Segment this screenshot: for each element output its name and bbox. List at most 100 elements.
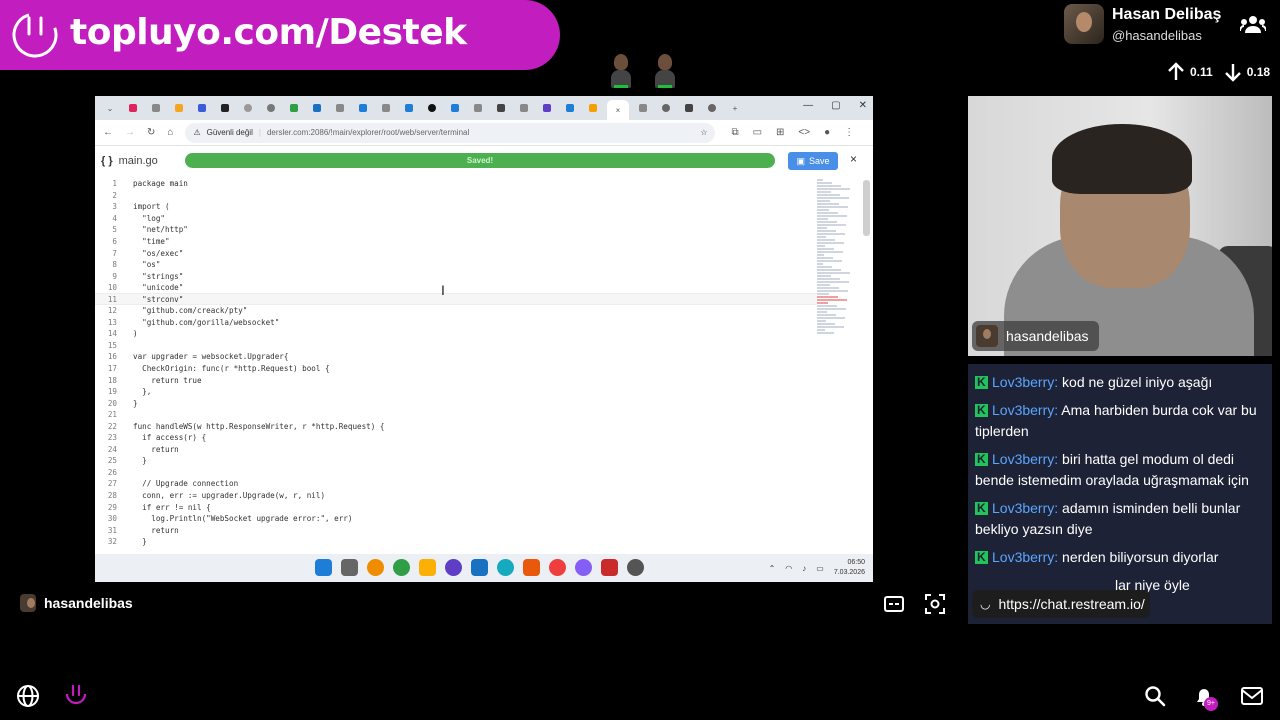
code-line[interactable]: 12 "github.com/creack/pty" — [95, 305, 817, 317]
browser-tab[interactable] — [680, 101, 698, 115]
code-line[interactable]: 22 func handleWS(w http.ResponseWriter, r… — [95, 420, 817, 432]
code-line[interactable]: 24 return — [95, 444, 817, 456]
chat-username[interactable]: Lov3berry: — [992, 500, 1058, 516]
code-text[interactable]: if access(r) { — [119, 433, 206, 442]
focus-icon[interactable] — [925, 594, 945, 614]
code-text[interactable]: return true — [119, 376, 201, 385]
browser-tab[interactable] — [354, 101, 372, 115]
code-text[interactable]: conn, err := upgrader.Upgrade(w, r, nil) — [119, 491, 325, 500]
code-text[interactable]: return — [119, 526, 178, 535]
code-line[interactable]: 18 return true — [95, 374, 817, 386]
code-text[interactable]: log.Println("WebSocket upgrade error:", … — [119, 514, 352, 523]
code-text[interactable]: ) — [119, 329, 138, 338]
devtools-icon[interactable]: <> — [798, 127, 810, 138]
code-line[interactable]: 15 — [95, 340, 817, 352]
browser-tab-active[interactable]: × — [607, 100, 629, 120]
wifi-icon[interactable]: ◠ — [785, 564, 792, 573]
reload-icon[interactable]: ↻ — [147, 127, 155, 138]
streamer-label[interactable]: hasandelibas — [20, 594, 133, 612]
apps-icon[interactable]: ⊞ — [776, 127, 784, 138]
code-line[interactable]: 2 — [95, 190, 817, 202]
avatar[interactable] — [1064, 4, 1104, 44]
browser-tab[interactable] — [331, 101, 349, 115]
captions-icon[interactable] — [884, 596, 904, 612]
code-line[interactable]: 26 — [95, 467, 817, 479]
browser-tab[interactable] — [147, 101, 165, 115]
code-text[interactable]: // Upgrade connection — [119, 479, 238, 488]
code-text[interactable]: "strings" — [119, 272, 183, 281]
code-text[interactable]: } — [119, 399, 138, 408]
active-app-icon[interactable] — [575, 559, 592, 576]
close-window-icon[interactable]: ✕ — [859, 100, 867, 111]
globe-icon[interactable] — [16, 684, 40, 708]
code-line[interactable]: 20} — [95, 397, 817, 409]
app-icon[interactable] — [601, 559, 618, 576]
code-editor[interactable]: 1 package main 2 3 import (4 "log" 5 "net/htt… — [95, 178, 817, 554]
chat-username[interactable]: Lov3berry: — [992, 402, 1058, 418]
code-text[interactable]: if err != nil { — [119, 503, 211, 512]
file-explorer-icon[interactable] — [419, 559, 436, 576]
code-text[interactable]: } — [119, 537, 147, 546]
security-label[interactable]: Güvenli değil — [207, 128, 253, 137]
browser-tab[interactable] — [423, 101, 441, 115]
maximize-icon[interactable]: ▢ — [831, 100, 840, 111]
code-line[interactable]: 7 "os/exec" — [95, 247, 817, 259]
brave-icon[interactable] — [523, 559, 540, 576]
code-line[interactable]: 4 "log" — [95, 213, 817, 225]
profile-card[interactable]: Hasan Delibaş @hasandelibas — [1064, 4, 1221, 44]
chat-link-popup[interactable]: ◡ https://chat.restream.io/ — [972, 590, 1150, 618]
save-button[interactable]: ▣ Save — [788, 152, 838, 170]
url-bar[interactable]: ⚠ Güvenli değil | dersler.com:2086/!main… — [185, 122, 716, 143]
browser-tab[interactable] — [446, 101, 464, 115]
url-text[interactable]: dersler.com:2086/!main/explorer/root/web… — [267, 128, 469, 137]
battery-icon[interactable]: ▭ — [816, 564, 824, 573]
tab-list-button[interactable]: ⌄ — [101, 101, 119, 115]
browser-tab[interactable] — [492, 101, 510, 115]
code-line[interactable]: 9 "strings" — [95, 270, 817, 282]
mail-icon[interactable] — [1240, 686, 1264, 706]
code-line[interactable]: 6 "time" — [95, 236, 817, 248]
code-text[interactable]: "strconv" — [119, 295, 183, 304]
code-text[interactable]: "log" — [119, 214, 165, 223]
code-text[interactable]: var upgrader = websocket.Upgrader{ — [119, 352, 288, 361]
browser-tab[interactable] — [262, 101, 280, 115]
code-line[interactable]: 29 if err != nil { — [95, 501, 817, 513]
start-icon[interactable] — [315, 559, 332, 576]
browser-tab[interactable] — [703, 101, 721, 115]
chevron-up-icon[interactable]: ⌃ — [769, 564, 776, 573]
code-line[interactable]: 10 "unicode" — [95, 282, 817, 294]
code-line[interactable]: 16 var upgrader = websocket.Upgrader{ — [95, 351, 817, 363]
browser-tab[interactable] — [561, 101, 579, 115]
code-text[interactable]: "unicode" — [119, 283, 183, 292]
code-text[interactable]: "os/exec" — [119, 249, 183, 258]
forward-icon[interactable]: → — [125, 127, 135, 138]
code-minimap[interactable] — [817, 178, 857, 348]
menu-icon[interactable]: ⋮ — [844, 127, 854, 138]
profile-icon[interactable]: ● — [824, 127, 830, 138]
code-line[interactable]: 19 }, — [95, 386, 817, 398]
edge-icon[interactable] — [497, 559, 514, 576]
code-line[interactable]: 8 "os" — [95, 259, 817, 271]
code-line[interactable]: 1 package main — [95, 178, 817, 190]
code-text[interactable]: func handleWS(w http.ResponseWriter, r *… — [119, 422, 384, 431]
app-icon[interactable] — [627, 559, 644, 576]
browser-tab[interactable] — [634, 101, 652, 115]
code-line[interactable]: 17 CheckOrigin: func(r *http.Request) bo… — [95, 363, 817, 375]
chat-username[interactable]: Lov3berry: — [992, 451, 1058, 467]
whatsapp-icon[interactable] — [393, 559, 410, 576]
cast-icon[interactable]: ▭ — [753, 127, 762, 138]
new-tab-button[interactable]: + — [726, 101, 744, 115]
code-text[interactable]: package main — [119, 179, 188, 188]
back-icon[interactable]: ← — [103, 127, 113, 138]
code-line[interactable]: 30 log.Println("WebSocket upgrade error:… — [95, 513, 817, 525]
extensions-icon[interactable]: ⧉ — [731, 127, 738, 138]
editor-scrollbar[interactable] — [863, 180, 870, 236]
browser-tab[interactable] — [285, 101, 303, 115]
code-text[interactable]: "time" — [119, 237, 169, 246]
code-text[interactable]: } — [119, 456, 147, 465]
code-line[interactable]: 31 return — [95, 524, 817, 536]
browser-tab[interactable] — [239, 101, 257, 115]
close-editor-icon[interactable]: × — [850, 152, 857, 166]
browser-tab[interactable] — [538, 101, 556, 115]
code-line[interactable]: 21 — [95, 409, 817, 421]
